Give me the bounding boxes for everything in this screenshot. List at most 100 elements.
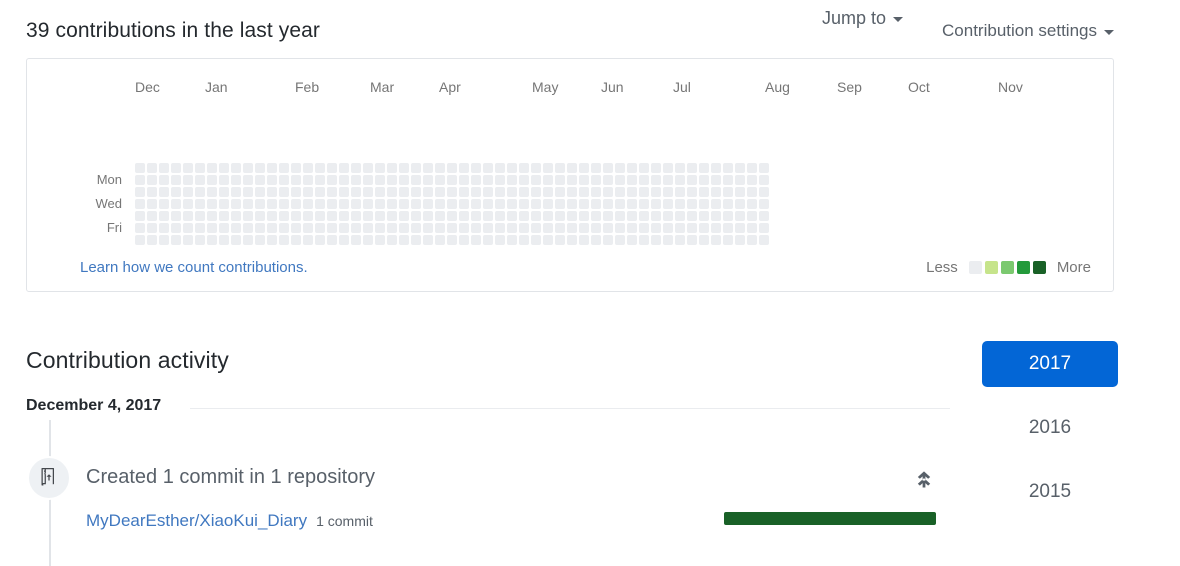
contribution-cell[interactable] bbox=[363, 199, 373, 209]
contribution-cell[interactable] bbox=[147, 223, 157, 233]
contribution-cell[interactable] bbox=[567, 163, 577, 173]
contribution-cell[interactable] bbox=[375, 199, 385, 209]
contribution-cell[interactable] bbox=[567, 175, 577, 185]
contribution-cell[interactable] bbox=[687, 163, 697, 173]
contribution-cell[interactable] bbox=[255, 223, 265, 233]
contribution-cell[interactable] bbox=[459, 223, 469, 233]
contribution-cell[interactable] bbox=[339, 199, 349, 209]
contribution-cell[interactable] bbox=[627, 175, 637, 185]
contribution-cell[interactable] bbox=[723, 199, 733, 209]
contribution-cell[interactable] bbox=[603, 235, 613, 245]
contribution-cell[interactable] bbox=[519, 187, 529, 197]
contribution-cell[interactable] bbox=[471, 163, 481, 173]
contribution-cell[interactable] bbox=[267, 163, 277, 173]
contribution-cell[interactable] bbox=[531, 223, 541, 233]
contribution-cell[interactable] bbox=[231, 223, 241, 233]
contribution-cell[interactable] bbox=[459, 175, 469, 185]
contribution-cell[interactable] bbox=[615, 163, 625, 173]
contribution-cell[interactable] bbox=[255, 199, 265, 209]
contribution-cell[interactable] bbox=[543, 211, 553, 221]
contribution-cell[interactable] bbox=[255, 175, 265, 185]
contribution-settings-button[interactable]: Contribution settings bbox=[942, 21, 1114, 41]
contribution-cell[interactable] bbox=[207, 163, 217, 173]
contribution-cell[interactable] bbox=[291, 163, 301, 173]
contribution-cell[interactable] bbox=[711, 199, 721, 209]
contribution-cell[interactable] bbox=[375, 163, 385, 173]
contribution-cell[interactable] bbox=[519, 211, 529, 221]
contribution-cell[interactable] bbox=[363, 175, 373, 185]
contribution-cell[interactable] bbox=[555, 211, 565, 221]
contribution-cell[interactable] bbox=[747, 211, 757, 221]
contribution-cell[interactable] bbox=[387, 199, 397, 209]
contribution-cell[interactable] bbox=[423, 235, 433, 245]
contribution-cell[interactable] bbox=[699, 199, 709, 209]
contribution-cell[interactable] bbox=[231, 163, 241, 173]
contribution-cell[interactable] bbox=[279, 175, 289, 185]
contribution-cell[interactable] bbox=[651, 199, 661, 209]
contribution-cell[interactable] bbox=[291, 235, 301, 245]
contribution-cell[interactable] bbox=[663, 223, 673, 233]
contribution-cell[interactable] bbox=[243, 223, 253, 233]
contribution-cell[interactable] bbox=[183, 211, 193, 221]
contribution-cell[interactable] bbox=[399, 235, 409, 245]
contribution-cell[interactable] bbox=[411, 223, 421, 233]
contribution-cell[interactable] bbox=[555, 199, 565, 209]
contribution-cell[interactable] bbox=[339, 223, 349, 233]
contribution-cell[interactable] bbox=[339, 235, 349, 245]
contribution-cell[interactable] bbox=[567, 235, 577, 245]
contribution-cell[interactable] bbox=[459, 235, 469, 245]
contribution-cell[interactable] bbox=[531, 211, 541, 221]
contribution-cell[interactable] bbox=[243, 199, 253, 209]
contribution-cell[interactable] bbox=[483, 235, 493, 245]
contribution-cell[interactable] bbox=[411, 211, 421, 221]
contribution-cell[interactable] bbox=[363, 163, 373, 173]
contribution-cell[interactable] bbox=[459, 187, 469, 197]
contribution-cell[interactable] bbox=[171, 211, 181, 221]
contribution-cell[interactable] bbox=[147, 187, 157, 197]
contribution-cell[interactable] bbox=[231, 199, 241, 209]
contribution-cell[interactable] bbox=[279, 187, 289, 197]
contribution-cell[interactable] bbox=[387, 211, 397, 221]
contribution-cell[interactable] bbox=[471, 235, 481, 245]
contribution-cell[interactable] bbox=[291, 223, 301, 233]
contribution-cell[interactable] bbox=[675, 175, 685, 185]
contribution-cell[interactable] bbox=[351, 187, 361, 197]
contribution-cell[interactable] bbox=[351, 235, 361, 245]
contribution-cell[interactable] bbox=[339, 187, 349, 197]
contribution-cell[interactable] bbox=[591, 175, 601, 185]
contribution-cell[interactable] bbox=[507, 187, 517, 197]
learn-contributions-link[interactable]: Learn how we count contributions. bbox=[80, 259, 308, 276]
contribution-cell[interactable] bbox=[723, 175, 733, 185]
contribution-cell[interactable] bbox=[579, 199, 589, 209]
contribution-cell[interactable] bbox=[171, 235, 181, 245]
contribution-cell[interactable] bbox=[207, 211, 217, 221]
contribution-cell[interactable] bbox=[159, 211, 169, 221]
contribution-cell[interactable] bbox=[651, 223, 661, 233]
contribution-cell[interactable] bbox=[735, 187, 745, 197]
contribution-cell[interactable] bbox=[567, 199, 577, 209]
contribution-cell[interactable] bbox=[267, 211, 277, 221]
contribution-cell[interactable] bbox=[567, 187, 577, 197]
contribution-cell[interactable] bbox=[615, 211, 625, 221]
year-link-2017[interactable]: 2017 bbox=[982, 341, 1118, 387]
contribution-cell[interactable] bbox=[675, 163, 685, 173]
contribution-cell[interactable] bbox=[663, 187, 673, 197]
contribution-cell[interactable] bbox=[675, 223, 685, 233]
contribution-cell[interactable] bbox=[759, 163, 769, 173]
contribution-cell[interactable] bbox=[447, 211, 457, 221]
contribution-cell[interactable] bbox=[555, 235, 565, 245]
contribution-cell[interactable] bbox=[675, 187, 685, 197]
contribution-cell[interactable] bbox=[207, 187, 217, 197]
contribution-cell[interactable] bbox=[735, 175, 745, 185]
contribution-cell[interactable] bbox=[291, 175, 301, 185]
contribution-cell[interactable] bbox=[243, 175, 253, 185]
contribution-cell[interactable] bbox=[219, 175, 229, 185]
contribution-cell[interactable] bbox=[303, 199, 313, 209]
contribution-cell[interactable] bbox=[555, 223, 565, 233]
contribution-cell[interactable] bbox=[543, 187, 553, 197]
contribution-cell[interactable] bbox=[447, 187, 457, 197]
contribution-cell[interactable] bbox=[543, 235, 553, 245]
contribution-cell[interactable] bbox=[219, 235, 229, 245]
contribution-cell[interactable] bbox=[483, 199, 493, 209]
contribution-cell[interactable] bbox=[315, 163, 325, 173]
